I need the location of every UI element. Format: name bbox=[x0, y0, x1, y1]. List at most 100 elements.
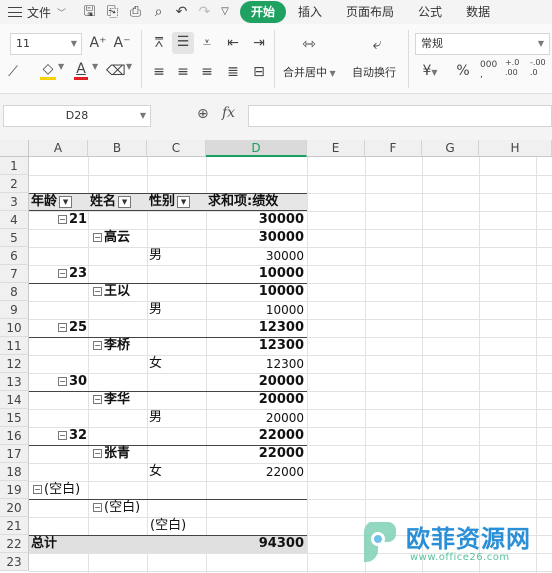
font-color-icon[interactable]: A bbox=[72, 61, 90, 80]
export-pdf-icon[interactable]: ⎘ bbox=[101, 0, 124, 24]
row-header[interactable]: 7 bbox=[0, 265, 29, 283]
formula-input[interactable] bbox=[248, 105, 552, 127]
collapse-icon[interactable]: − bbox=[93, 449, 102, 458]
select-all-corner[interactable] bbox=[0, 140, 29, 157]
pivot-gender-cell[interactable]: 男 bbox=[149, 247, 162, 265]
row-header[interactable]: 6 bbox=[0, 247, 29, 265]
row-header[interactable]: 8 bbox=[0, 283, 29, 301]
row-header[interactable]: 22 bbox=[0, 535, 29, 553]
tab-home[interactable]: 开始 bbox=[240, 1, 287, 23]
collapse-icon[interactable]: − bbox=[93, 395, 102, 404]
save-icon[interactable]: 🖫 bbox=[78, 0, 101, 24]
pivot-gender-cell[interactable]: 男 bbox=[149, 301, 162, 319]
filter-dropdown-icon[interactable]: ▼ bbox=[118, 195, 132, 208]
pivot-gender-cell[interactable]: (空白) bbox=[150, 517, 186, 535]
pivot-name-cell[interactable]: − 高云 bbox=[93, 229, 130, 247]
collapse-icon[interactable]: − bbox=[58, 215, 67, 224]
collapse-icon[interactable]: − bbox=[58, 323, 67, 332]
pivot-age-cell[interactable]: −32 bbox=[58, 427, 87, 445]
grand-total-label[interactable]: 总计 bbox=[31, 535, 57, 553]
column-header-f[interactable]: F bbox=[365, 140, 422, 157]
increase-decimal-icon[interactable]: +.0.00 bbox=[505, 58, 519, 78]
pivot-age-total[interactable]: 22000 bbox=[210, 427, 304, 445]
pivot-name-total[interactable]: 30000 bbox=[210, 229, 304, 247]
collapse-icon[interactable]: − bbox=[58, 377, 67, 386]
distributed-align-icon[interactable]: ⊟ bbox=[250, 62, 268, 82]
pivot-name-cell[interactable]: − 李华 bbox=[93, 391, 130, 409]
pivot-age-cell[interactable]: −23 bbox=[58, 265, 87, 283]
collapse-icon[interactable]: − bbox=[58, 269, 67, 278]
pivot-name-cell[interactable]: − 王以 bbox=[93, 283, 130, 301]
pivot-field-name[interactable]: 姓名 ▼ bbox=[90, 193, 132, 211]
pivot-value-cell[interactable]: 22000 bbox=[210, 463, 304, 481]
pivot-age-total[interactable]: 20000 bbox=[210, 373, 304, 391]
pivot-value-cell[interactable]: 30000 bbox=[210, 247, 304, 265]
row-header[interactable]: 14 bbox=[0, 391, 29, 409]
increase-indent-icon[interactable]: ⇥ bbox=[250, 33, 268, 53]
row-header[interactable]: 9 bbox=[0, 301, 29, 319]
row-header[interactable]: 5 bbox=[0, 229, 29, 247]
align-bottom-icon[interactable]: ⩡ bbox=[198, 33, 216, 53]
row-header[interactable]: 19 bbox=[0, 481, 29, 499]
percent-icon[interactable]: % bbox=[454, 61, 472, 81]
pivot-age-cell[interactable]: − (空白) bbox=[33, 481, 80, 499]
thousands-separator-icon[interactable]: 000, bbox=[480, 60, 497, 80]
format-painter-icon[interactable]: ⟋ bbox=[6, 62, 20, 82]
column-header-a[interactable]: A bbox=[29, 140, 88, 157]
pivot-value-cell[interactable]: 20000 bbox=[210, 409, 304, 427]
wrap-text-icon[interactable]: ⤶ bbox=[364, 34, 390, 54]
collapse-icon[interactable]: − bbox=[93, 503, 102, 512]
row-header[interactable]: 13 bbox=[0, 373, 29, 391]
decrease-font-icon[interactable]: A⁻ bbox=[113, 33, 131, 53]
justify-icon[interactable]: ≣ bbox=[224, 62, 242, 82]
chevron-down-icon[interactable]: ▼ bbox=[58, 62, 64, 71]
pivot-age-total[interactable]: 12300 bbox=[210, 319, 304, 337]
increase-font-icon[interactable]: A⁺ bbox=[89, 33, 107, 53]
number-format-select[interactable]: 常规 ▼ bbox=[415, 33, 550, 55]
row-header[interactable]: 21 bbox=[0, 517, 29, 535]
column-header-d[interactable]: D bbox=[206, 140, 307, 157]
collapse-icon[interactable]: − bbox=[93, 287, 102, 296]
pivot-gender-cell[interactable]: 女 bbox=[149, 355, 162, 373]
pivot-name-cell[interactable]: − (空白) bbox=[93, 499, 140, 517]
pivot-name-total[interactable]: 22000 bbox=[210, 445, 304, 463]
pivot-name-total[interactable]: 12300 bbox=[210, 337, 304, 355]
column-header-h[interactable]: H bbox=[479, 140, 552, 157]
grand-total-value[interactable]: 94300 bbox=[210, 535, 304, 553]
decrease-indent-icon[interactable]: ⇤ bbox=[224, 33, 242, 53]
pivot-age-total[interactable]: 10000 bbox=[210, 265, 304, 283]
pivot-name-cell[interactable]: − 李桥 bbox=[93, 337, 130, 355]
file-menu[interactable]: 文件 ﹀ bbox=[0, 0, 78, 24]
row-header[interactable]: 18 bbox=[0, 463, 29, 481]
row-header[interactable]: 2 bbox=[0, 175, 29, 193]
row-header[interactable]: 12 bbox=[0, 355, 29, 373]
pivot-field-gender[interactable]: 性别 ▼ bbox=[149, 193, 191, 211]
pivot-field-age[interactable]: 年龄 ▼ bbox=[31, 193, 73, 211]
column-header-g[interactable]: G bbox=[422, 140, 479, 157]
merge-center-icon[interactable]: ⇿ bbox=[296, 34, 322, 54]
redo-icon[interactable]: ↷ bbox=[193, 0, 216, 24]
merge-center-button[interactable]: 合并居中 ▼ bbox=[283, 64, 336, 80]
align-right-icon[interactable]: ≡ bbox=[198, 62, 216, 82]
align-top-icon[interactable]: ⩞ bbox=[150, 33, 168, 53]
pivot-value-cell[interactable]: 12300 bbox=[210, 355, 304, 373]
chevron-down-icon[interactable]: ▼ bbox=[92, 62, 98, 71]
pivot-field-sum[interactable]: 求和项:绩效 bbox=[208, 193, 278, 211]
row-header[interactable]: 15 bbox=[0, 409, 29, 427]
row-header[interactable]: 11 bbox=[0, 337, 29, 355]
collapse-icon[interactable]: − bbox=[58, 431, 67, 440]
column-header-e[interactable]: E bbox=[307, 140, 365, 157]
filter-dropdown-icon[interactable]: ▼ bbox=[59, 195, 73, 208]
font-size-select[interactable]: 11 ▼ bbox=[10, 33, 82, 55]
column-header-c[interactable]: C bbox=[147, 140, 206, 157]
fill-color-icon[interactable]: ◇ bbox=[38, 61, 58, 80]
row-header[interactable]: 17 bbox=[0, 445, 29, 463]
print-preview-icon[interactable]: ⌕ bbox=[147, 0, 170, 24]
column-header-b[interactable]: B bbox=[88, 140, 147, 157]
tab-insert[interactable]: 插入 bbox=[286, 1, 334, 23]
fx-icon[interactable]: fx bbox=[222, 105, 235, 121]
row-header[interactable]: 23 bbox=[0, 553, 29, 571]
align-left-icon[interactable]: ≡ bbox=[150, 62, 168, 82]
undo-icon[interactable]: ↶ bbox=[170, 0, 193, 24]
pivot-name-total[interactable]: 10000 bbox=[210, 283, 304, 301]
